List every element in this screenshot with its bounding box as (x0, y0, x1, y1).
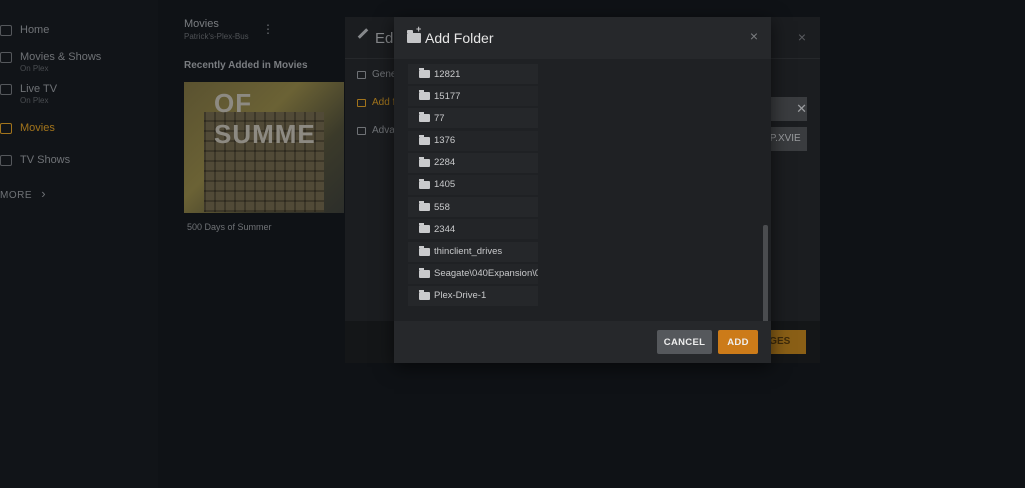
movie-icon (0, 123, 12, 134)
close-icon[interactable]: × (750, 28, 758, 44)
pencil-icon (357, 28, 369, 39)
folder-icon (419, 223, 430, 234)
sidebar-item-live-tv[interactable]: Live TV On Plex (0, 83, 57, 105)
folder-name: 558 (434, 201, 450, 213)
folder-name: Seagate\040Expansion\0 (434, 268, 538, 280)
folder-icon (357, 98, 366, 107)
folder-item[interactable]: Seagate\040Expansion\0 (408, 263, 538, 284)
folder-icon (419, 68, 430, 78)
close-icon[interactable]: × (798, 29, 806, 45)
folder-name: 2344 (434, 223, 456, 235)
folder-name: 1376 (434, 135, 456, 147)
folder-icon (419, 201, 430, 212)
folder-item[interactable]: thinclient_drives (408, 241, 538, 262)
add-folder-dialog: Add Folder × 12821 15177 77 1376 2284 14… (394, 17, 771, 363)
edit-nav-advanced[interactable]: Adva (357, 125, 395, 136)
sidebar-item-home[interactable]: Home (0, 24, 49, 36)
add-button[interactable]: ADD (718, 330, 758, 354)
cancel-button[interactable]: CANCEL (657, 330, 712, 354)
movie-poster[interactable]: OF SUMME (184, 82, 344, 213)
folder-item[interactable]: 1405 (408, 174, 538, 195)
sidebar-item-sub: On Plex (20, 96, 49, 105)
folder-icon (419, 178, 430, 189)
folder-item[interactable]: 1376 (408, 130, 538, 151)
folder-icon (419, 134, 430, 145)
add-folder-footer: CANCEL ADD (394, 321, 771, 363)
edit-nav-label: Gene (372, 69, 397, 80)
folder-name: 77 (434, 112, 445, 124)
remove-folder-icon[interactable]: ✕ (796, 101, 807, 117)
edit-nav-label: Adva (372, 125, 395, 136)
sidebar-item-label: Movies & Shows (20, 51, 102, 63)
folder-item[interactable]: 77 (408, 108, 538, 129)
sidebar-item-movies[interactable]: Movies (0, 122, 55, 134)
folder-name: 12821 (434, 68, 461, 80)
folder-item[interactable]: Plex-Drive-1 (408, 285, 538, 306)
recent-heading: Recently Added in Movies (184, 60, 308, 71)
folder-icon (419, 156, 430, 167)
folder-item[interactable]: 15177 (408, 86, 538, 107)
gear-icon (357, 126, 366, 135)
folder-item[interactable]: 12821 (408, 64, 538, 84)
scrollbar-thumb[interactable] (763, 225, 768, 335)
folder-item[interactable]: 2284 (408, 152, 538, 173)
folder-name: 15177 (434, 90, 461, 102)
folder-icon (419, 289, 430, 300)
poster-caption[interactable]: 500 Days of Summer (187, 222, 272, 232)
more-options-icon[interactable]: ⋮ (262, 22, 274, 36)
add-folder-title: Add Folder (425, 30, 494, 46)
tv-icon (0, 84, 12, 95)
folder-name: 1405 (434, 179, 456, 191)
edit-nav-add-folders[interactable]: Add f (357, 97, 395, 108)
sidebar-item-label: TV Shows (20, 154, 71, 166)
sidebar-item-movies-shows[interactable]: Movies & Shows On Plex (0, 51, 101, 73)
list-icon (357, 70, 366, 79)
library-title: Movies (184, 18, 219, 30)
edit-nav-label: Add f (372, 97, 396, 108)
sidebar-item-label: Movies (20, 122, 55, 134)
folder-icon (419, 112, 430, 123)
sidebar-item-label: Live TV (20, 83, 58, 95)
monitor-icon (0, 155, 12, 166)
sidebar-more[interactable]: MORE › (0, 186, 46, 201)
folder-name: 2284 (434, 157, 456, 169)
sidebar-item-label: Home (20, 24, 50, 36)
folder-icon (419, 245, 430, 256)
folder-icon (419, 90, 430, 101)
folder-icon (419, 267, 430, 278)
sidebar-item-sub: On Plex (20, 64, 49, 73)
film-icon (0, 52, 12, 63)
edit-nav-general[interactable]: Gene (357, 69, 396, 80)
chevron-right-icon: › (41, 186, 47, 201)
home-icon (0, 25, 12, 36)
folder-item[interactable]: 558 (408, 197, 538, 218)
sidebar-item-tv-shows[interactable]: TV Shows (0, 154, 70, 166)
sidebar: Home Movies & Shows On Plex Live TV On Ple… (0, 0, 158, 488)
poster-text: OF SUMME (214, 88, 316, 149)
folder-name: thinclient_drives (434, 246, 503, 257)
browse-field[interactable]: IP.XVIE (765, 127, 807, 151)
folder-list: 12821 15177 77 1376 2284 1405 558 2344 t… (408, 64, 538, 308)
more-label: MORE (0, 190, 32, 201)
folder-name: Plex-Drive-1 (434, 290, 487, 302)
add-folder-header: Add Folder × (394, 17, 771, 59)
library-server: Patrick's-Plex-Bus (184, 32, 249, 41)
folder-item[interactable]: 2344 (408, 219, 538, 240)
add-folder-icon (407, 24, 421, 43)
